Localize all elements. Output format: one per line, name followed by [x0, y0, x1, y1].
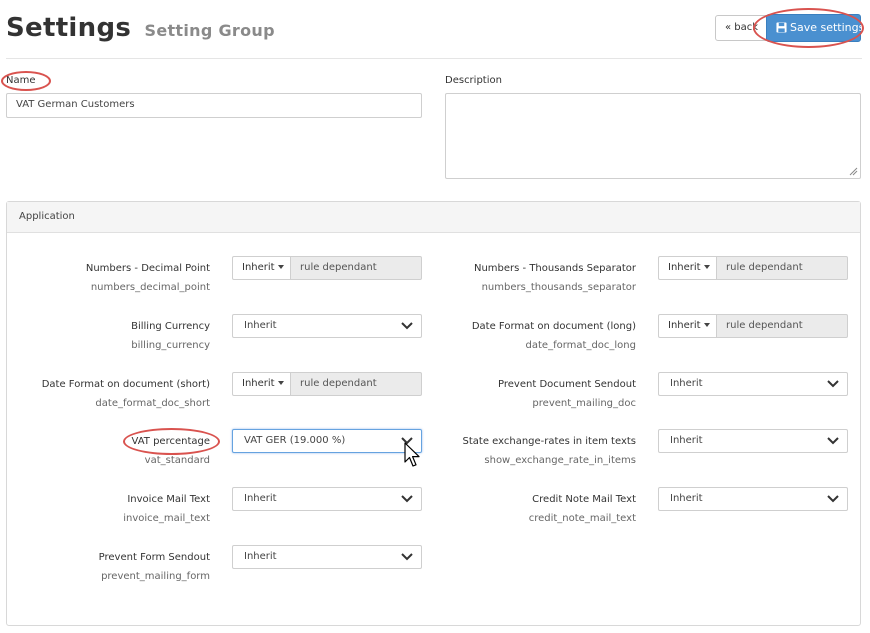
setting-key-numbers-decimal-point: numbers_decimal_point	[90, 282, 210, 293]
select-value: Inherit	[670, 435, 703, 446]
select-value: Inherit	[244, 493, 277, 504]
caret-down-icon	[703, 265, 710, 269]
inherit-label: Inherit	[242, 378, 275, 389]
setting-key-date-format-long: date_format_doc_long	[525, 340, 636, 351]
setting-label-date-format-long: Date Format on document (long)	[471, 321, 636, 332]
setting-label-billing-currency: Billing Currency	[131, 321, 210, 332]
description-textarea[interactable]	[445, 93, 861, 179]
inherit-label: Inherit	[668, 262, 701, 273]
caret-down-icon	[703, 323, 710, 327]
mouse-pointer-icon	[404, 442, 420, 467]
setting-label-prevent-form-sendout: Prevent Form Sendout	[98, 552, 210, 563]
select-prevent-document-sendout[interactable]: Inherit	[658, 372, 848, 396]
select-vat-percentage[interactable]: VAT GER (19.000 %)	[232, 429, 422, 453]
chevron-down-icon	[401, 495, 413, 503]
name-input[interactable]: VAT German Customers	[6, 93, 422, 118]
select-value: VAT GER (19.000 %)	[244, 435, 346, 446]
save-settings-label: Save settings	[790, 21, 865, 34]
setting-label-date-format-short: Date Format on document (short)	[41, 379, 210, 390]
setting-label-numbers-thousands-separator: Numbers - Thousands Separator	[473, 263, 636, 274]
chevron-down-icon	[827, 437, 839, 445]
setting-label-invoice-mail-text: Invoice Mail Text	[127, 494, 210, 505]
resize-grip-icon[interactable]	[848, 166, 858, 176]
setting-key-numbers-thousands-separator: numbers_thousands_separator	[481, 282, 636, 293]
setting-label-state-exchange-rates: State exchange-rates in item texts	[462, 436, 637, 447]
page-title: Settings Setting Group	[6, 12, 275, 47]
chevron-down-icon	[401, 553, 413, 561]
select-value: Inherit	[244, 320, 277, 331]
description-label: Description	[445, 75, 502, 86]
inherit-dropdown-date-format-long[interactable]: Inherit	[658, 314, 717, 338]
name-label: Name	[6, 75, 36, 86]
select-value: Inherit	[244, 551, 277, 562]
chevron-down-icon	[827, 495, 839, 503]
select-invoice-mail-text[interactable]: Inherit	[232, 487, 422, 511]
inherit-dropdown-numbers-thousands-separator[interactable]: Inherit	[658, 256, 717, 280]
caret-down-icon	[277, 381, 284, 385]
inherit-dropdown-numbers-decimal-point[interactable]: Inherit	[232, 256, 291, 280]
panel-header: Application	[7, 202, 860, 233]
setting-label-vat-percentage: VAT percentage	[131, 436, 210, 447]
chevron-down-icon	[401, 322, 413, 330]
floppy-disk-icon	[776, 22, 787, 33]
page-subtitle: Setting Group	[144, 21, 275, 40]
caret-down-icon	[277, 265, 284, 269]
select-prevent-form-sendout[interactable]: Inherit	[232, 545, 422, 569]
select-state-exchange-rates[interactable]: Inherit	[658, 429, 848, 453]
select-value: Inherit	[670, 493, 703, 504]
setting-key-vat-percentage: vat_standard	[144, 455, 210, 466]
setting-key-date-format-short: date_format_doc_short	[95, 398, 210, 409]
chevron-down-icon	[827, 380, 839, 388]
inherit-dropdown-date-format-short[interactable]: Inherit	[232, 372, 291, 396]
setting-key-prevent-form-sendout: prevent_mailing_form	[101, 571, 210, 582]
value-field-numbers-decimal-point: rule dependant	[291, 256, 422, 280]
value-field-numbers-thousands-separator: rule dependant	[717, 256, 848, 280]
value-field-date-format-short: rule dependant	[291, 372, 422, 396]
setting-label-credit-note-mail-text: Credit Note Mail Text	[532, 494, 636, 505]
inherit-label: Inherit	[668, 320, 701, 331]
setting-key-billing-currency: billing_currency	[131, 340, 210, 351]
setting-label-numbers-decimal-point: Numbers - Decimal Point	[85, 263, 210, 274]
setting-key-credit-note-mail-text: credit_note_mail_text	[528, 513, 636, 524]
setting-label-prevent-document-sendout: Prevent Document Sendout	[498, 379, 636, 390]
header-divider	[6, 58, 862, 59]
select-billing-currency[interactable]: Inherit	[232, 314, 422, 338]
page-title-text: Settings	[6, 13, 132, 43]
inherit-label: Inherit	[242, 262, 275, 273]
select-value: Inherit	[670, 378, 703, 389]
value-field-date-format-long: rule dependant	[717, 314, 848, 338]
save-settings-button[interactable]: Save settings	[766, 14, 865, 42]
select-credit-note-mail-text[interactable]: Inherit	[658, 487, 848, 511]
setting-key-prevent-document-sendout: prevent_mailing_doc	[532, 398, 636, 409]
back-button[interactable]: « back	[715, 15, 769, 41]
panel-title: Application	[19, 211, 75, 222]
setting-key-state-exchange-rates: show_exchange_rate_in_items	[484, 455, 636, 466]
setting-key-invoice-mail-text: invoice_mail_text	[123, 513, 210, 524]
